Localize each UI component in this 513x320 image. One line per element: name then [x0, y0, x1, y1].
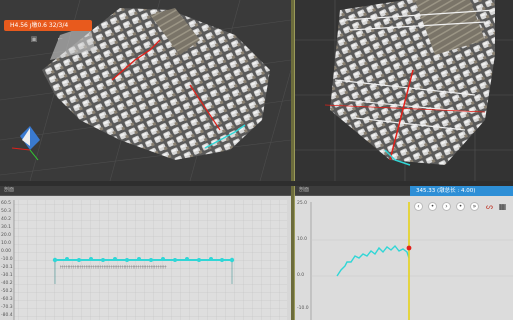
- grid-icon[interactable]: ▦: [498, 202, 507, 211]
- next-button[interactable]: ›: [442, 202, 451, 211]
- y-tick-label: 10.0: [1, 241, 12, 246]
- y-tick-label: 30.1: [1, 225, 12, 230]
- viewport-3d-main[interactable]: H4.56 ȷ墩0.6 32/3/4 ▣ ⌐: [0, 0, 291, 181]
- ruler-icon[interactable]: ⌐: [56, 35, 64, 43]
- cursor-readout: 345.33 (墩总长 : 4.00): [410, 186, 513, 196]
- panel-title: 剖面: [299, 187, 310, 193]
- play-button[interactable]: •: [428, 202, 437, 211]
- y-tick-label: 0.0: [297, 273, 305, 278]
- panel-title: 剖面: [4, 187, 15, 193]
- top-view-canvas[interactable]: [295, 0, 513, 181]
- status-badge-text: H4.56 ȷ墩0.6 32/3/4: [10, 22, 69, 29]
- svg-text:┼┼┼┼┼┼┼┼┼┼┼┼┼┼┼┼┼┼┼┼┼┼┼┼┼┼┼┼┼┼: ┼┼┼┼┼┼┼┼┼┼┼┼┼┼┼┼┼┼┼┼┼┼┼┼┼┼┼┼┼┼┼┼┼┼┼┼┼┼┼┼…: [59, 265, 167, 269]
- y-tick-label: 0.00: [1, 249, 12, 254]
- y-tick-label: -20.1: [1, 265, 13, 270]
- stop-button[interactable]: •: [456, 202, 465, 211]
- y-tick-label: 40.2: [1, 217, 12, 222]
- y-tick-label: -10.0: [1, 257, 13, 262]
- y-tick-label: -80.4: [1, 313, 13, 318]
- panel-titlebar: 剖面: [0, 186, 291, 196]
- y-tick-label: -50.2: [1, 289, 13, 294]
- longitudinal-profile-panel: 剖面 25.0 10.0 0.0 -10.0: [294, 186, 513, 320]
- y-tick-label: 10.0: [297, 237, 308, 242]
- elevation-plot[interactable]: [295, 196, 513, 320]
- profile-plot[interactable]: ┼┼┼┼┼┼┼┼┼┼┼┼┼┼┼┼┼┼┼┼┼┼┼┼┼┼┼┼┼┼┼┼┼┼┼┼┼┼┼┼…: [0, 196, 291, 320]
- y-tick-label: -40.2: [1, 281, 13, 286]
- y-tick-label: -60.3: [1, 297, 13, 302]
- camera-icon[interactable]: ▣: [30, 35, 38, 43]
- viewport-3d-top[interactable]: [294, 0, 513, 181]
- y-tick-label: 60.5: [1, 201, 12, 206]
- y-tick-label: -30.1: [1, 273, 13, 278]
- y-tick-label: 50.3: [1, 209, 12, 214]
- prev-button[interactable]: ‹: [414, 202, 423, 211]
- y-tick-label: 25.0: [297, 201, 308, 206]
- chart-line-icon[interactable]: ᔕ: [485, 202, 494, 211]
- cursor-readout-text: 345.33 (墩总长 : 4.00): [416, 188, 476, 194]
- y-tick-label: 20.0: [1, 233, 12, 238]
- cross-section-panel: 剖面 ┼┼┼┼┼┼┼┼┼┼┼┼┼┼┼┼┼┼┼┼┼┼┼┼┼┼┼┼┼┼┼┼┼┼┼┼┼…: [0, 186, 291, 320]
- cursor-marker: [406, 245, 412, 251]
- status-badge: H4.56 ȷ墩0.6 32/3/4: [4, 20, 92, 31]
- y-tick-label: -70.3: [1, 305, 13, 310]
- end-button[interactable]: »: [470, 202, 479, 211]
- y-tick-label: -10.0: [297, 306, 309, 311]
